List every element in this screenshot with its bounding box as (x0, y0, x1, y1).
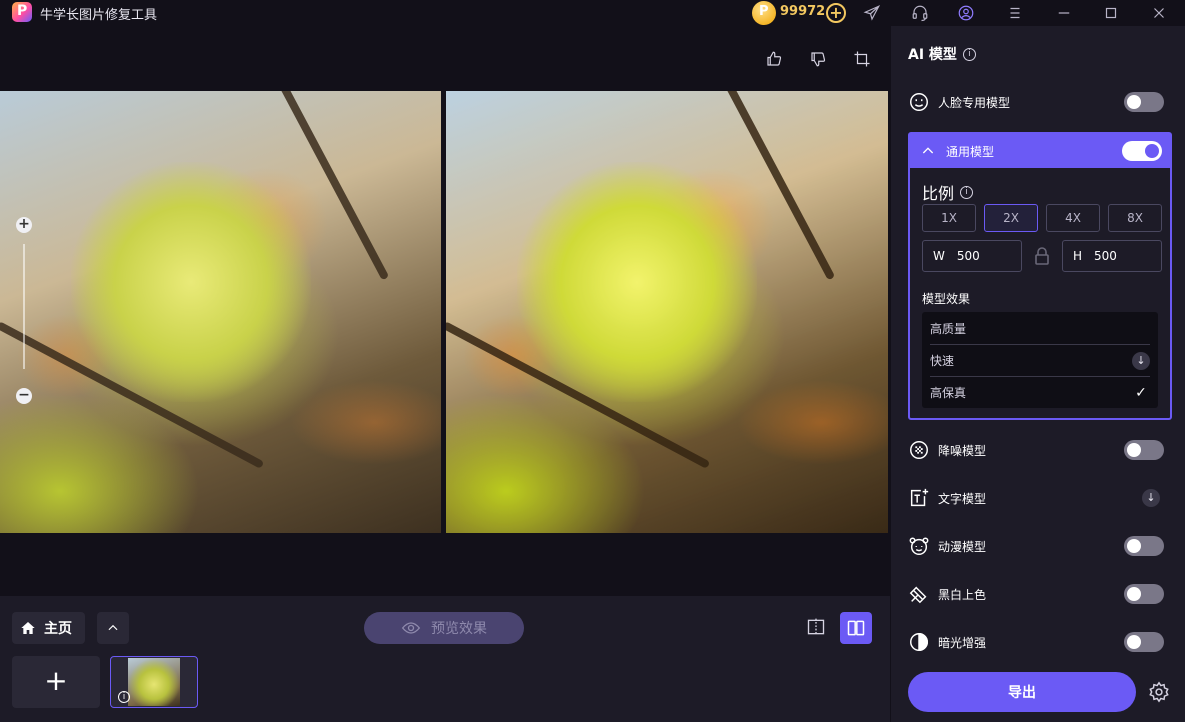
scale-4x-button[interactable]: 4X (1046, 204, 1100, 232)
home-button[interactable]: 主页 (12, 612, 85, 644)
model-label: 暗光增强 (938, 635, 987, 650)
crop-icon[interactable] (849, 46, 875, 72)
download-icon[interactable]: ↓ (1132, 351, 1150, 370)
info-icon[interactable]: i (118, 691, 130, 703)
model-row-anime[interactable]: 动漫模型 (908, 528, 1164, 564)
app-window: 牛学长图片修复工具 99972 + (0, 0, 1185, 722)
home-icon (21, 622, 35, 634)
headset-icon[interactable] (909, 2, 931, 24)
model-label: 人脸专用模型 (938, 95, 1011, 110)
enhanced-image[interactable] (446, 91, 888, 533)
user-icon[interactable] (955, 2, 977, 24)
width-field[interactable]: W 500 (922, 240, 1022, 272)
text-icon (908, 487, 930, 509)
add-coins-button[interactable]: + (826, 3, 846, 23)
colorize-model-toggle[interactable] (1124, 584, 1164, 604)
preview-button[interactable]: 预览效果 (364, 612, 524, 644)
single-view-button[interactable] (804, 615, 828, 639)
gear-icon[interactable] (1148, 681, 1170, 703)
model-label: 动漫模型 (938, 539, 987, 554)
check-icon: ✓ (1135, 384, 1147, 401)
maximize-icon[interactable] (1100, 2, 1122, 24)
split-view-icon (847, 620, 865, 636)
model-row-face[interactable]: 人脸专用模型 (908, 84, 1164, 120)
ai-model-panel: AI 模型 i 人脸专用模型 通用模型 比例 i 1X 2X 4X 8X W 5… (891, 26, 1185, 722)
scale-title: 比例 i (922, 180, 974, 204)
lowlight-model-toggle[interactable] (1124, 632, 1164, 652)
anime-face-icon (908, 535, 930, 557)
contrast-icon (908, 631, 930, 653)
coin-icon (752, 1, 776, 25)
coin-count: 99972 (780, 4, 826, 19)
thumbnail-image (128, 658, 180, 706)
lock-icon[interactable] (1034, 246, 1050, 266)
general-model-header[interactable]: 通用模型 (910, 134, 1170, 168)
add-image-button[interactable]: + (12, 656, 100, 708)
model-row-text[interactable]: 文字模型 ↓ (908, 480, 1164, 516)
thumbs-up-icon[interactable] (761, 46, 787, 72)
export-button[interactable]: 导出 (908, 672, 1136, 712)
app-logo-icon (12, 2, 32, 22)
canvas-area: + − (0, 26, 890, 596)
image-thumbnail[interactable]: i (110, 656, 198, 708)
collapse-button[interactable] (97, 612, 129, 644)
zoom-out-button[interactable]: − (16, 388, 32, 404)
chevron-up-icon (108, 624, 118, 631)
title-bar: 牛学长图片修复工具 99972 + (0, 0, 1185, 26)
general-model-toggle[interactable] (1122, 141, 1162, 161)
zoom-in-button[interactable]: + (16, 217, 32, 233)
effect-high-fidelity[interactable]: 高保真 ✓ (930, 376, 1150, 408)
compare-slider-icon (807, 618, 825, 636)
height-field[interactable]: H 500 (1062, 240, 1162, 272)
preview-label: 预览效果 (431, 621, 487, 637)
app-title: 牛学长图片修复工具 (40, 8, 158, 23)
effect-high-quality[interactable]: 高质量 (930, 312, 1150, 344)
model-row-lowlight[interactable]: 暗光增强 (908, 624, 1164, 660)
model-label: 通用模型 (946, 144, 995, 159)
original-image[interactable] (0, 91, 441, 533)
model-label: 黑白上色 (938, 587, 987, 602)
model-label: 降噪模型 (938, 443, 987, 458)
eye-icon (401, 622, 421, 634)
scale-8x-button[interactable]: 8X (1108, 204, 1162, 232)
model-row-colorize[interactable]: 黑白上色 (908, 576, 1164, 612)
chevron-up-icon (922, 147, 934, 154)
effect-list: 高质量 快速 ↓ 高保真 ✓ (922, 312, 1158, 408)
denoise-model-toggle[interactable] (1124, 440, 1164, 460)
paint-bucket-icon (908, 583, 930, 605)
zoom-slider[interactable] (23, 244, 25, 369)
anime-model-toggle[interactable] (1124, 536, 1164, 556)
thumbs-down-icon[interactable] (805, 46, 831, 72)
model-label: 文字模型 (938, 491, 987, 506)
download-icon[interactable]: ↓ (1142, 489, 1160, 507)
face-model-toggle[interactable] (1124, 92, 1164, 112)
close-icon[interactable] (1148, 2, 1170, 24)
menu-icon[interactable] (1004, 2, 1026, 24)
info-icon[interactable]: i (962, 47, 976, 61)
minimize-icon[interactable] (1053, 2, 1075, 24)
info-icon[interactable]: i (960, 185, 974, 199)
effect-title: 模型效果 (922, 292, 971, 306)
split-view-button[interactable] (840, 612, 872, 644)
home-label: 主页 (44, 621, 72, 637)
panel-title: AI 模型 i (908, 44, 976, 64)
send-icon[interactable] (861, 2, 883, 24)
bottom-bar: 主页 预览效果 + i (0, 596, 890, 722)
denoise-icon (908, 439, 930, 461)
general-model-card: 通用模型 比例 i 1X 2X 4X 8X W 500 H 500 模型效果 高… (908, 132, 1172, 420)
face-icon (908, 91, 930, 113)
effect-fast[interactable]: 快速 ↓ (930, 344, 1150, 376)
scale-1x-button[interactable]: 1X (922, 204, 976, 232)
scale-2x-button[interactable]: 2X (984, 204, 1038, 232)
model-row-denoise[interactable]: 降噪模型 (908, 432, 1164, 468)
